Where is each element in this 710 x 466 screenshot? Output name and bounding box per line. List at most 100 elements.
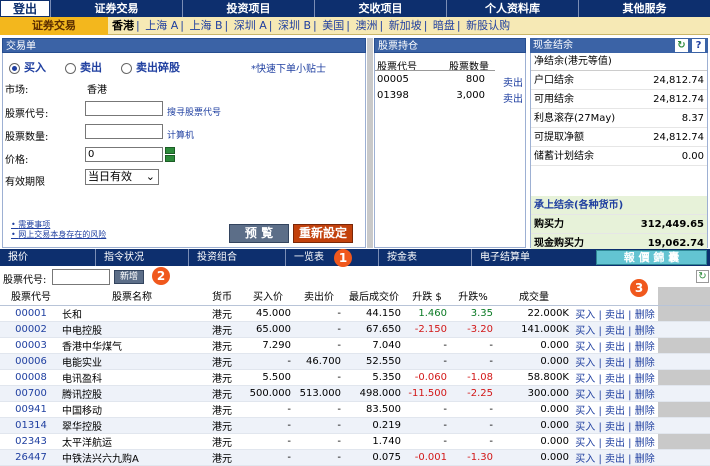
- market-sz-a[interactable]: 深圳 A: [234, 19, 267, 32]
- stock-code-link[interactable]: 01314: [0, 417, 62, 434]
- sell-link[interactable]: 卖出: [605, 406, 625, 417]
- delete-link[interactable]: 删除: [635, 326, 655, 337]
- delete-link[interactable]: 删除: [635, 342, 655, 353]
- table-scrollbar[interactable]: [658, 417, 710, 434]
- stock-code-link[interactable]: 00006: [0, 353, 62, 370]
- nav-investment[interactable]: 投资项目: [182, 0, 314, 17]
- settle-link[interactable]: 承上结余(各种货币): [531, 196, 707, 215]
- quick-tip-link[interactable]: *快速下单小贴士: [251, 60, 326, 75]
- buy-link[interactable]: 买入: [575, 438, 595, 449]
- quote-tools-button[interactable]: 報 價 錦 囊: [596, 250, 707, 265]
- holding-sell-link[interactable]: 卖出: [503, 74, 523, 89]
- buy-link[interactable]: 买入: [575, 406, 595, 417]
- qty-input[interactable]: [85, 124, 163, 139]
- table-scrollbar[interactable]: [658, 369, 710, 386]
- sell-odd-radio[interactable]: 卖出碎股: [121, 59, 180, 75]
- table-scrollbar[interactable]: [658, 337, 710, 354]
- price-up-button[interactable]: [165, 147, 175, 154]
- panel-scrollbar[interactable]: [367, 38, 373, 248]
- market-sh-b[interactable]: 上海 B: [189, 19, 222, 32]
- sell-link[interactable]: 卖出: [605, 342, 625, 353]
- search-code-link[interactable]: 搜寻股票代号: [167, 105, 221, 118]
- table-scrollbar[interactable]: [658, 305, 710, 322]
- stock-code-link[interactable]: 00003: [0, 337, 62, 354]
- tab-portfolio[interactable]: 投资组合: [188, 249, 285, 266]
- market-sh-a[interactable]: 上海 A: [145, 19, 178, 32]
- delete-link[interactable]: 删除: [635, 422, 655, 433]
- sell-link[interactable]: 卖出: [605, 438, 625, 449]
- refresh-icon[interactable]: ↻: [675, 39, 688, 52]
- table-scrollbar[interactable]: [658, 353, 710, 370]
- delete-link[interactable]: 删除: [635, 358, 655, 369]
- sell-link[interactable]: 卖出: [605, 390, 625, 401]
- stock-code-link[interactable]: 00941: [0, 401, 62, 418]
- market-au[interactable]: 澳洲: [355, 19, 377, 32]
- market-grey[interactable]: 暗盘: [433, 19, 455, 32]
- nav-securities[interactable]: 证券交易: [50, 0, 182, 17]
- delete-link[interactable]: 删除: [635, 454, 655, 465]
- table-scrollbar[interactable]: [658, 287, 710, 306]
- buy-link[interactable]: 买入: [575, 358, 595, 369]
- sell-link[interactable]: 卖出: [605, 326, 625, 337]
- delete-link[interactable]: 删除: [635, 374, 655, 385]
- stock-code-link[interactable]: 00001: [0, 305, 62, 322]
- sell-link[interactable]: 卖出: [605, 422, 625, 433]
- stock-code-link[interactable]: 00002: [0, 321, 62, 338]
- tab-e-statement[interactable]: 电子结算单: [471, 249, 593, 266]
- code-input[interactable]: [85, 101, 163, 116]
- market-ipo[interactable]: 新股认购: [466, 19, 510, 32]
- add-button[interactable]: 新增: [114, 270, 144, 284]
- sell-radio[interactable]: 卖出: [65, 59, 102, 75]
- risk-link[interactable]: • 网上交易本身存在的风险: [11, 229, 106, 240]
- row-actions: 买入 | 卖出 | 删除: [572, 433, 658, 450]
- buy-link[interactable]: 买入: [575, 342, 595, 353]
- delete-link[interactable]: 删除: [635, 310, 655, 321]
- tab-order-status[interactable]: 指令状况: [95, 249, 188, 266]
- stock-code-link[interactable]: 26447: [0, 449, 62, 466]
- help-icon[interactable]: ?: [692, 39, 705, 52]
- sell-link[interactable]: 卖出: [605, 310, 625, 321]
- stock-code-link[interactable]: 00008: [0, 369, 62, 386]
- refresh-icon[interactable]: ↻: [696, 270, 709, 283]
- buy-link[interactable]: 买入: [575, 374, 595, 385]
- buy-link[interactable]: 买入: [575, 310, 595, 321]
- nav-settlement[interactable]: 交收项目: [314, 0, 446, 17]
- sell-link[interactable]: 卖出: [605, 358, 625, 369]
- buy-link[interactable]: 买入: [575, 454, 595, 465]
- market-sg[interactable]: 新加坡: [389, 19, 422, 32]
- logout-button[interactable]: 登出: [0, 0, 50, 17]
- reset-button[interactable]: 重新設定: [293, 224, 353, 243]
- nav-other[interactable]: 其他服务: [578, 0, 710, 17]
- tab-quote[interactable]: 报价: [0, 249, 95, 266]
- table-scrollbar[interactable]: [658, 321, 710, 338]
- delete-link[interactable]: 删除: [635, 438, 655, 449]
- buy-link[interactable]: 买入: [575, 422, 595, 433]
- buy-link[interactable]: 买入: [575, 390, 595, 401]
- nav-profile[interactable]: 个人资料库: [446, 0, 578, 17]
- quote-code-input[interactable]: [52, 269, 110, 285]
- tab-margin[interactable]: 按金表: [378, 249, 471, 266]
- preview-button[interactable]: 预 覧: [229, 224, 289, 243]
- delete-link[interactable]: 删除: [635, 406, 655, 417]
- buy-link[interactable]: 买入: [575, 326, 595, 337]
- validity-select[interactable]: 当日有效 ⌄: [85, 169, 159, 185]
- table-scrollbar[interactable]: [658, 401, 710, 418]
- price-input[interactable]: 0: [85, 147, 163, 162]
- table-scrollbar[interactable]: [658, 433, 710, 450]
- holding-sell-link[interactable]: 卖出: [503, 90, 523, 105]
- market-sz-b[interactable]: 深圳 B: [278, 19, 311, 32]
- stock-code-link[interactable]: 00700: [0, 385, 62, 402]
- market-hk[interactable]: 香港: [112, 19, 134, 32]
- delete-link[interactable]: 删除: [635, 390, 655, 401]
- stock-code-link[interactable]: 02343: [0, 433, 62, 450]
- tab-list[interactable]: 一览表: [285, 249, 378, 266]
- calculator-link[interactable]: 计算机: [167, 128, 194, 141]
- sell-link[interactable]: 卖出: [605, 374, 625, 385]
- order-panel: 交易单 买入 卖出 卖出碎股 *快速下单小贴士 市场: 香港 股票代号: 搜寻股…: [2, 38, 366, 248]
- table-scrollbar[interactable]: [658, 449, 710, 466]
- sell-link[interactable]: 卖出: [605, 454, 625, 465]
- buy-radio[interactable]: 买入: [9, 59, 46, 75]
- market-us[interactable]: 美国: [322, 19, 344, 32]
- table-scrollbar[interactable]: [658, 385, 710, 402]
- price-down-button[interactable]: [165, 155, 175, 162]
